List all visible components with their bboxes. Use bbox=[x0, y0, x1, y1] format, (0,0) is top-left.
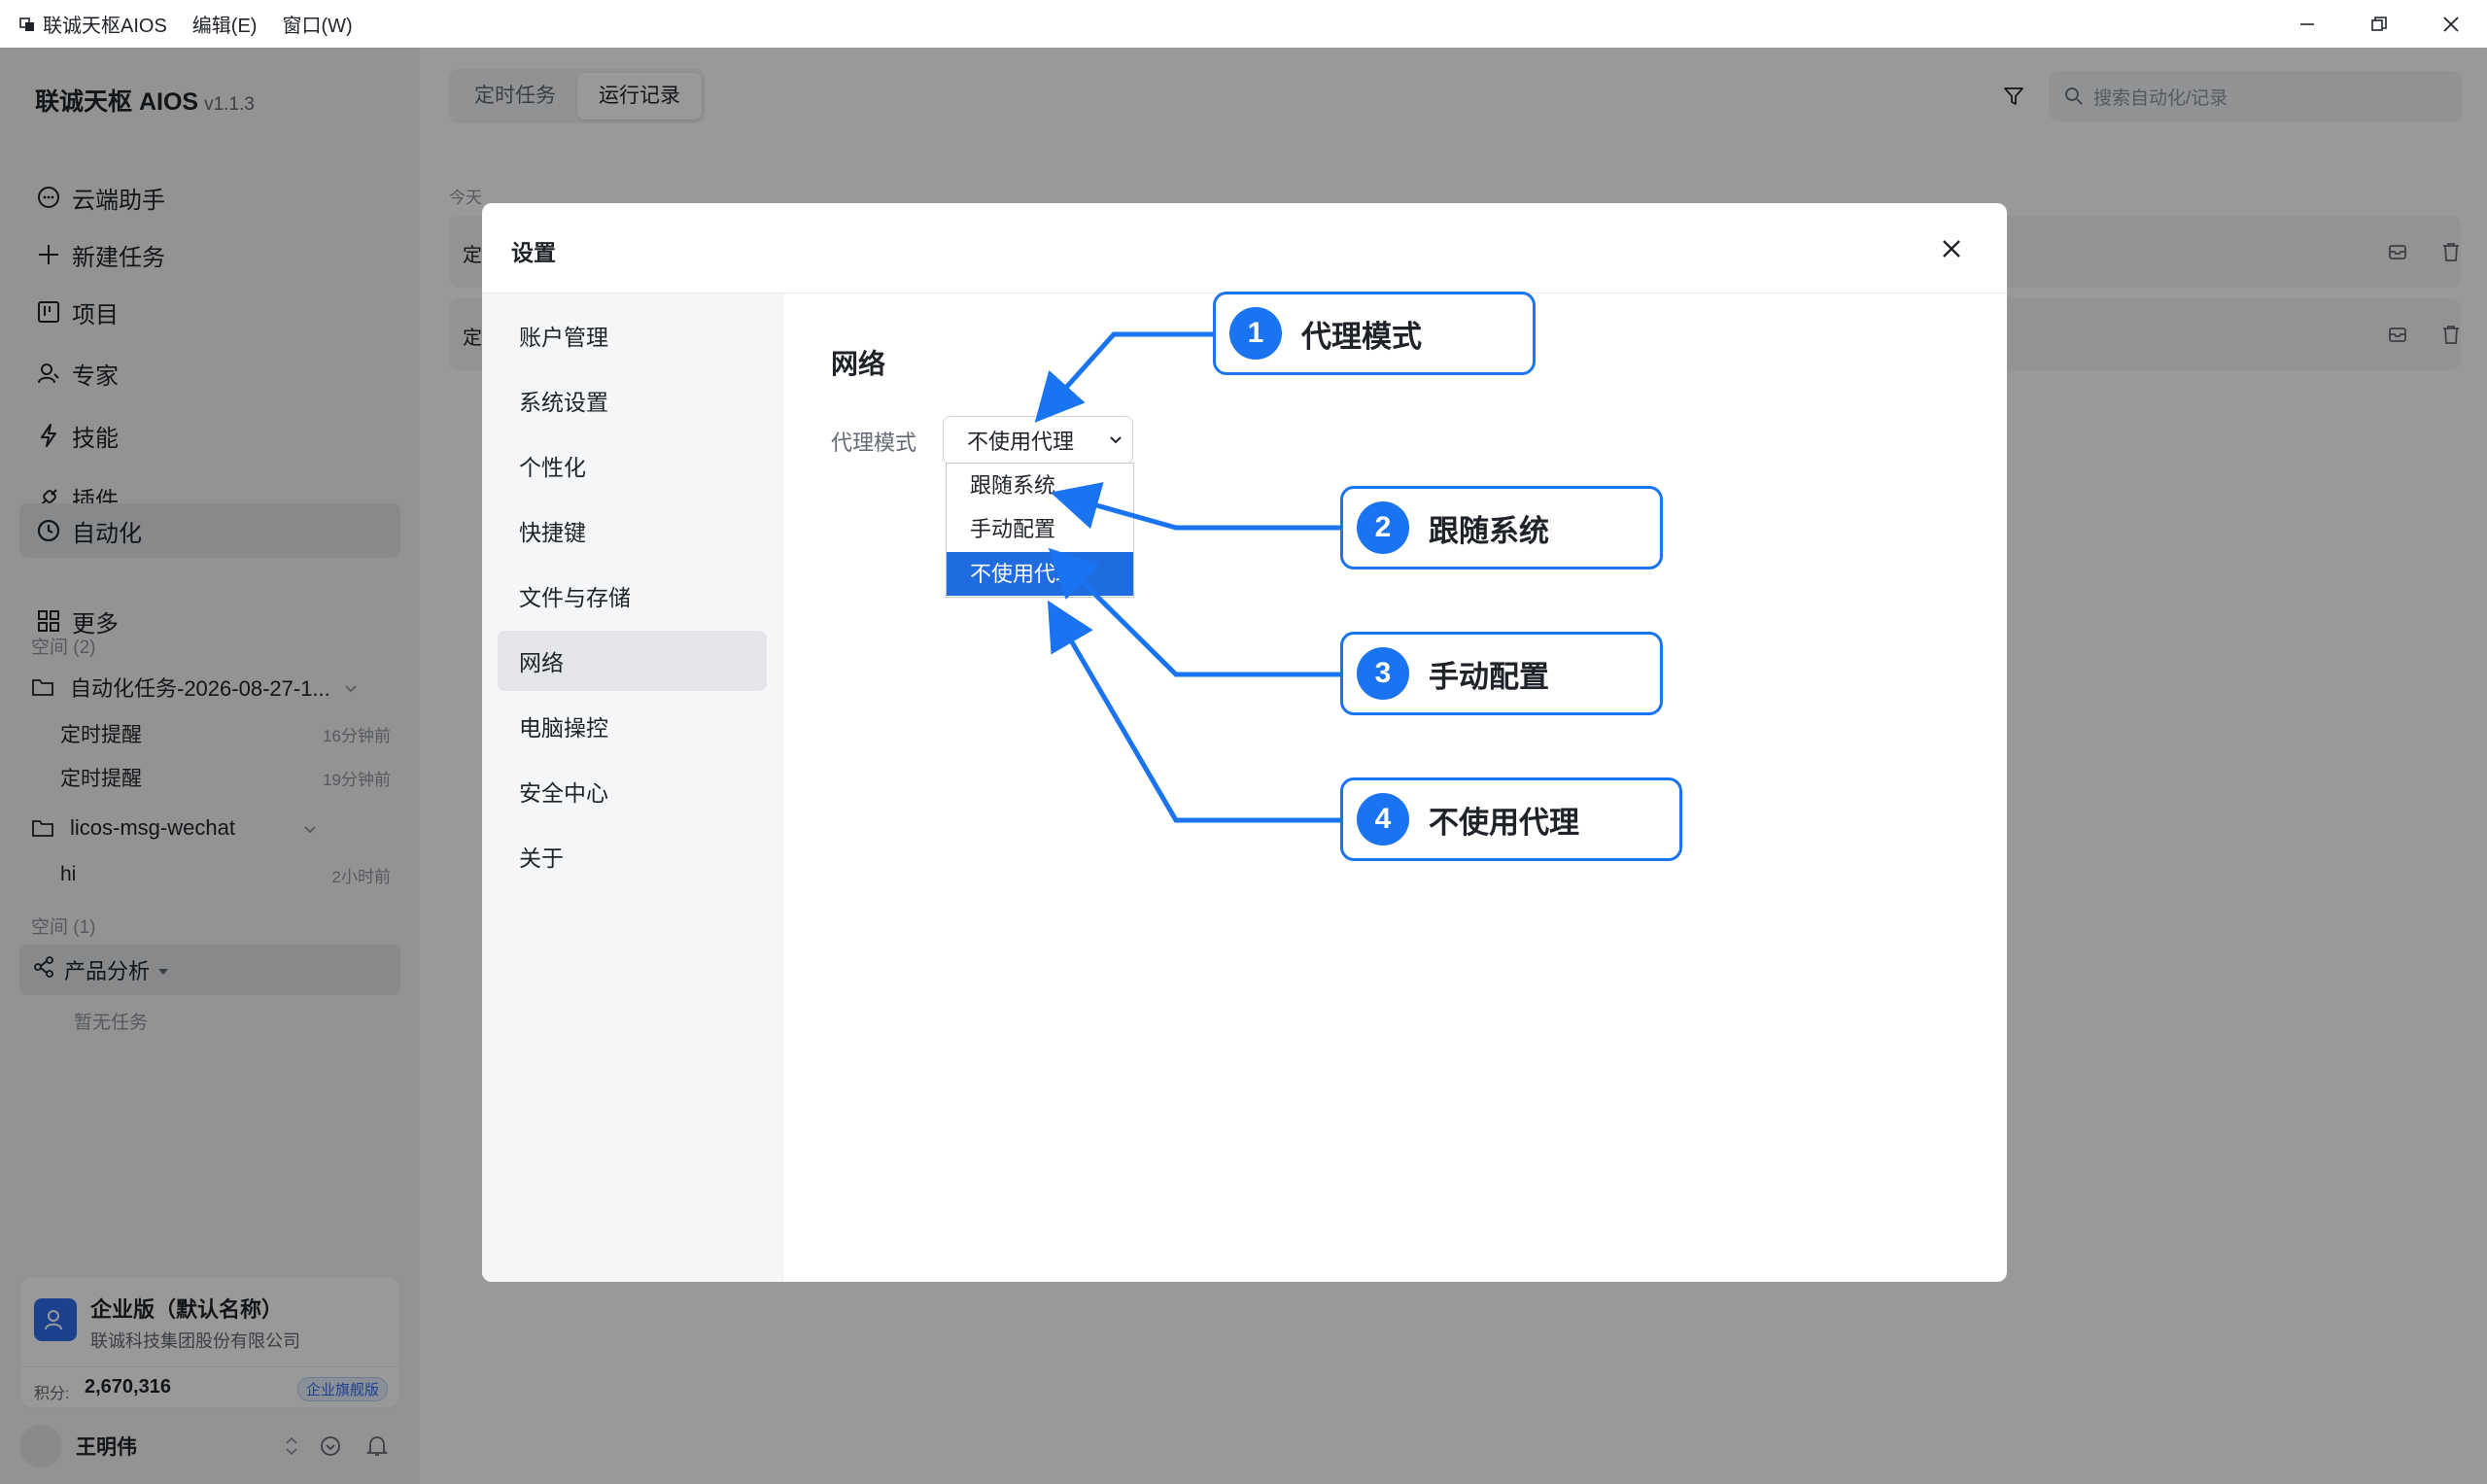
callout-text: 代理模式 bbox=[1301, 319, 1422, 354]
callout-number: 1 bbox=[1229, 307, 1282, 360]
settings-nav-network[interactable]: 网络 bbox=[498, 631, 767, 691]
select-value: 不使用代理 bbox=[967, 430, 1075, 454]
option-follow-system[interactable]: 跟随系统 bbox=[947, 464, 1133, 507]
restore-button[interactable] bbox=[2343, 0, 2415, 48]
proxy-mode-label: 代理模式 bbox=[831, 431, 917, 455]
callout-4: 4 不使用代理 bbox=[1340, 777, 1682, 861]
callout-text: 跟随系统 bbox=[1429, 513, 1549, 548]
proxy-mode-select[interactable]: 不使用代理 bbox=[943, 416, 1133, 465]
callout-1: 1 代理模式 bbox=[1213, 292, 1536, 375]
close-window-button[interactable] bbox=[2415, 0, 2487, 48]
callout-3: 3 手动配置 bbox=[1340, 632, 1663, 715]
minimize-icon bbox=[2300, 22, 2314, 25]
close-icon bbox=[1943, 240, 1960, 258]
settings-nav-account[interactable]: 账户管理 bbox=[498, 305, 767, 365]
callout-text: 不使用代理 bbox=[1429, 805, 1579, 840]
settings-nav-shortcuts[interactable]: 快捷键 bbox=[498, 500, 767, 561]
settings-nav-personalize[interactable]: 个性化 bbox=[498, 435, 767, 496]
option-manual-config[interactable]: 手动配置 bbox=[947, 507, 1133, 551]
dialog-title: 设置 bbox=[511, 240, 556, 265]
dialog-close-button[interactable] bbox=[1935, 232, 1968, 265]
callout-number: 3 bbox=[1357, 647, 1409, 700]
callout-number: 2 bbox=[1357, 501, 1409, 554]
restore-icon bbox=[2371, 16, 2387, 31]
callout-number: 4 bbox=[1357, 793, 1409, 846]
option-no-proxy[interactable]: 不使用代理 bbox=[947, 552, 1133, 596]
settings-nav: 账户管理 系统设置 个性化 快捷键 文件与存储 网络 电脑操控 安全中心 关于 bbox=[482, 293, 783, 1282]
dialog-header: 设置 bbox=[482, 203, 2007, 293]
settings-nav-computer-control[interactable]: 电脑操控 bbox=[498, 696, 767, 756]
callout-2: 2 跟随系统 bbox=[1340, 486, 1663, 569]
settings-nav-about[interactable]: 关于 bbox=[498, 826, 767, 886]
chevron-down-icon bbox=[1105, 430, 1126, 451]
proxy-options-list: 跟随系统 手动配置 不使用代理 bbox=[946, 463, 1134, 598]
menu-window[interactable]: 窗口(W) bbox=[282, 10, 352, 38]
app-title: 联诚天枢AIOS bbox=[43, 16, 167, 37]
title-bar: 联诚天枢AIOS 编辑(E) 窗口(W) bbox=[0, 0, 2487, 48]
callout-text: 手动配置 bbox=[1429, 659, 1549, 694]
settings-nav-security[interactable]: 安全中心 bbox=[498, 761, 767, 821]
app-logo-icon bbox=[19, 17, 35, 32]
settings-nav-storage[interactable]: 文件与存储 bbox=[498, 566, 767, 626]
menu-edit[interactable]: 编辑(E) bbox=[192, 10, 258, 38]
close-icon bbox=[2443, 16, 2459, 32]
settings-nav-system[interactable]: 系统设置 bbox=[498, 370, 767, 431]
section-title: 网络 bbox=[831, 349, 886, 379]
minimize-button[interactable] bbox=[2271, 0, 2343, 48]
